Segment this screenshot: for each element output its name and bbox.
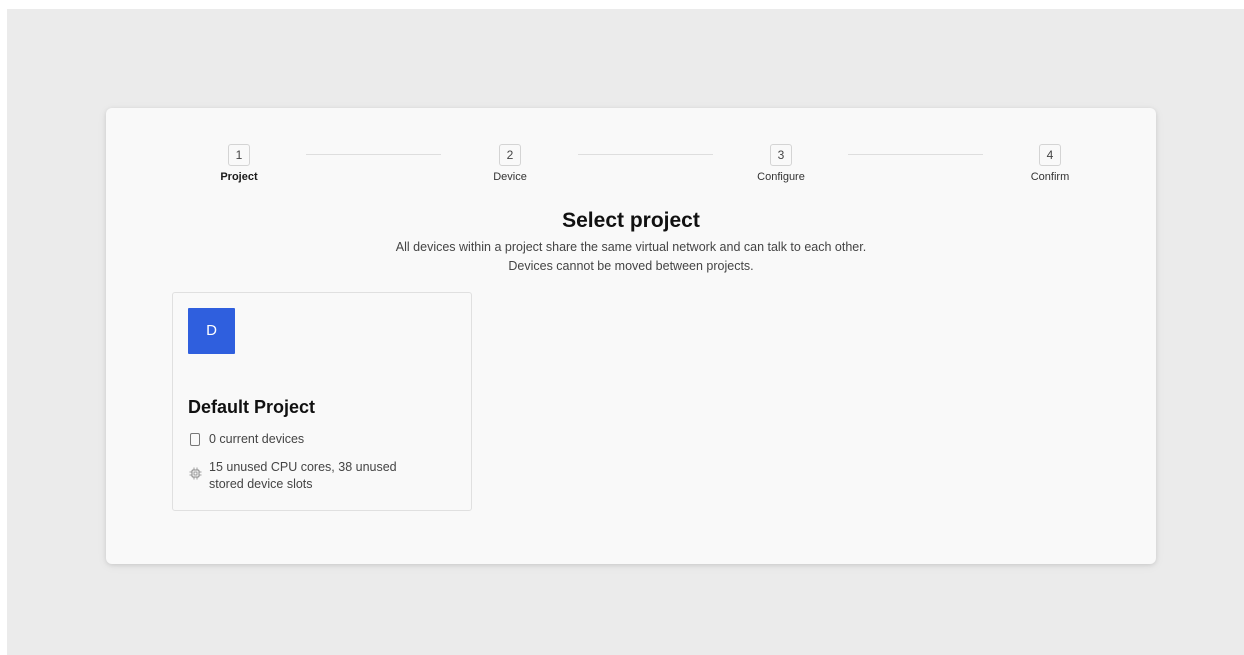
step-label: Confirm [1030, 171, 1070, 183]
create-device-dialog: 1 Project 2 Device 3 Configure 4 Confirm… [106, 108, 1156, 564]
page-description: All devices within a project share the s… [106, 238, 1156, 276]
step-number: 3 [770, 144, 792, 166]
project-devices-row: 0 current devices [188, 431, 304, 448]
step-connector [306, 154, 441, 155]
step-configure[interactable]: 3 Configure [731, 144, 831, 183]
resources-line: 15 unused CPU cores, 38 unused [209, 460, 397, 474]
description-line: All devices within a project share the s… [395, 240, 867, 254]
step-label: Project [220, 171, 258, 183]
step-number: 2 [499, 144, 521, 166]
project-name: Default Project [188, 397, 316, 417]
resources-line: stored device slots [209, 477, 313, 491]
devices-count-text: 0 current devices [209, 432, 305, 446]
stepper: 1 Project 2 Device 3 Configure 4 Confirm [106, 144, 1156, 188]
project-resources-row: 15 unused CPU cores, 38 unused stored de… [188, 459, 397, 493]
project-avatar: D [188, 308, 235, 354]
step-label: Device [493, 171, 527, 183]
step-confirm[interactable]: 4 Confirm [1000, 144, 1100, 183]
description-line: Devices cannot be moved between projects… [508, 259, 754, 273]
step-connector [848, 154, 983, 155]
cpu-chip-icon [188, 459, 202, 480]
step-number: 1 [228, 144, 250, 166]
step-device[interactable]: 2 Device [460, 144, 560, 183]
page-title: Select project [562, 209, 700, 232]
step-label: Configure [757, 171, 805, 183]
step-project[interactable]: 1 Project [189, 144, 289, 183]
resources-text: 15 unused CPU cores, 38 unused stored de… [209, 459, 397, 493]
heading-section: Select project All devices within a proj… [106, 208, 1156, 276]
phone-outline-icon [188, 431, 202, 446]
project-card-default[interactable]: D Default Project 0 current devices 15 u… [172, 292, 472, 511]
step-number: 4 [1039, 144, 1061, 166]
step-connector [578, 154, 713, 155]
